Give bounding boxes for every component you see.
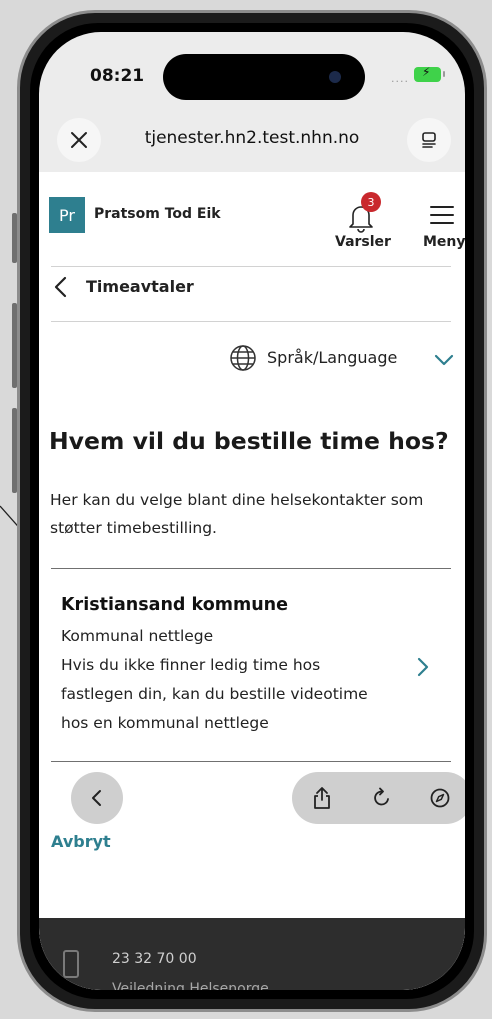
contact-name: Kristiansand kommune <box>61 595 288 615</box>
support-phone-number[interactable]: 23 32 70 00 <box>112 951 197 967</box>
chevron-right-icon <box>417 657 429 677</box>
charging-bolt-icon: ⚡ <box>422 65 431 79</box>
back-link[interactable]: Timeavtaler <box>51 267 351 307</box>
back-link-label: Timeavtaler <box>86 277 194 296</box>
reload-icon <box>374 787 389 806</box>
compass-button[interactable] <box>424 782 456 814</box>
notification-count-badge: 3 <box>361 192 381 212</box>
battery-icon: ⚡ <box>414 65 445 82</box>
language-label: Språk/Language <box>267 348 398 367</box>
intro-text: Her kan du velge blant dine helsekontakt… <box>50 491 424 537</box>
page-title: Hvem vil du bestille time hos? <box>49 427 449 455</box>
language-selector[interactable]: Språk/Language <box>222 340 462 376</box>
screenshot-stage: 08:21 .... ⚡ tjenester.hn2.test.nhn.no P… <box>0 0 492 1019</box>
contact-type: Kommunal nettlege <box>61 627 214 645</box>
contact-description: Hvis du ikke finner ledig time hos fastl… <box>61 656 368 732</box>
contact-card-kristiansand[interactable]: Kristiansand kommune Kommunal nettlege H… <box>51 568 451 762</box>
chevron-down-icon <box>434 354 454 366</box>
notifications-button[interactable]: 3 Varsler <box>333 192 393 254</box>
phone-screen: 08:21 .... ⚡ tjenester.hn2.test.nhn.no P… <box>39 32 465 990</box>
phone-icon <box>63 950 79 978</box>
side-button <box>12 213 17 263</box>
browser-back-button[interactable] <box>71 772 123 824</box>
side-button <box>12 303 17 388</box>
compass-icon <box>430 788 450 808</box>
url-text[interactable]: tjenester.hn2.test.nhn.no <box>39 128 465 148</box>
reload-button[interactable] <box>366 782 398 814</box>
menu-label: Meny <box>423 234 465 250</box>
reader-mode-icon <box>422 132 436 148</box>
support-guide-label: Veiledning Helsenorge <box>112 981 269 990</box>
share-icon <box>314 787 330 809</box>
dynamic-island <box>163 54 365 100</box>
globe-icon <box>230 345 256 371</box>
phone-bezel: 08:21 .... ⚡ tjenester.hn2.test.nhn.no P… <box>30 23 474 999</box>
user-name[interactable]: Pratsom Tod Eik <box>94 206 221 222</box>
web-page: Pr Pratsom Tod Eik 3 Varsler Meny Timeav… <box>39 172 465 990</box>
hamburger-icon <box>430 206 454 224</box>
camera-icon <box>329 71 341 83</box>
phone-frame: 08:21 .... ⚡ tjenester.hn2.test.nhn.no P… <box>12 10 487 1012</box>
signal-icon: .... <box>391 72 409 85</box>
notifications-label: Varsler <box>335 234 391 250</box>
status-bar: 08:21 .... ⚡ <box>39 32 465 102</box>
browser-address-bar: tjenester.hn2.test.nhn.no <box>39 110 465 172</box>
share-button[interactable] <box>306 782 338 814</box>
chevron-left-icon <box>92 790 101 806</box>
status-time: 08:21 <box>90 66 145 86</box>
reader-mode-button[interactable] <box>407 118 451 162</box>
browser-toolbar <box>292 772 465 824</box>
site-footer: 23 32 70 00 Veiledning Helsenorge <box>39 918 465 990</box>
side-button <box>12 408 17 493</box>
chevron-left-icon <box>54 276 67 298</box>
cancel-link[interactable]: Avbryt <box>51 832 111 851</box>
user-avatar[interactable]: Pr <box>49 197 85 233</box>
menu-button[interactable]: Meny <box>417 192 465 254</box>
breadcrumb-divider <box>51 321 451 322</box>
